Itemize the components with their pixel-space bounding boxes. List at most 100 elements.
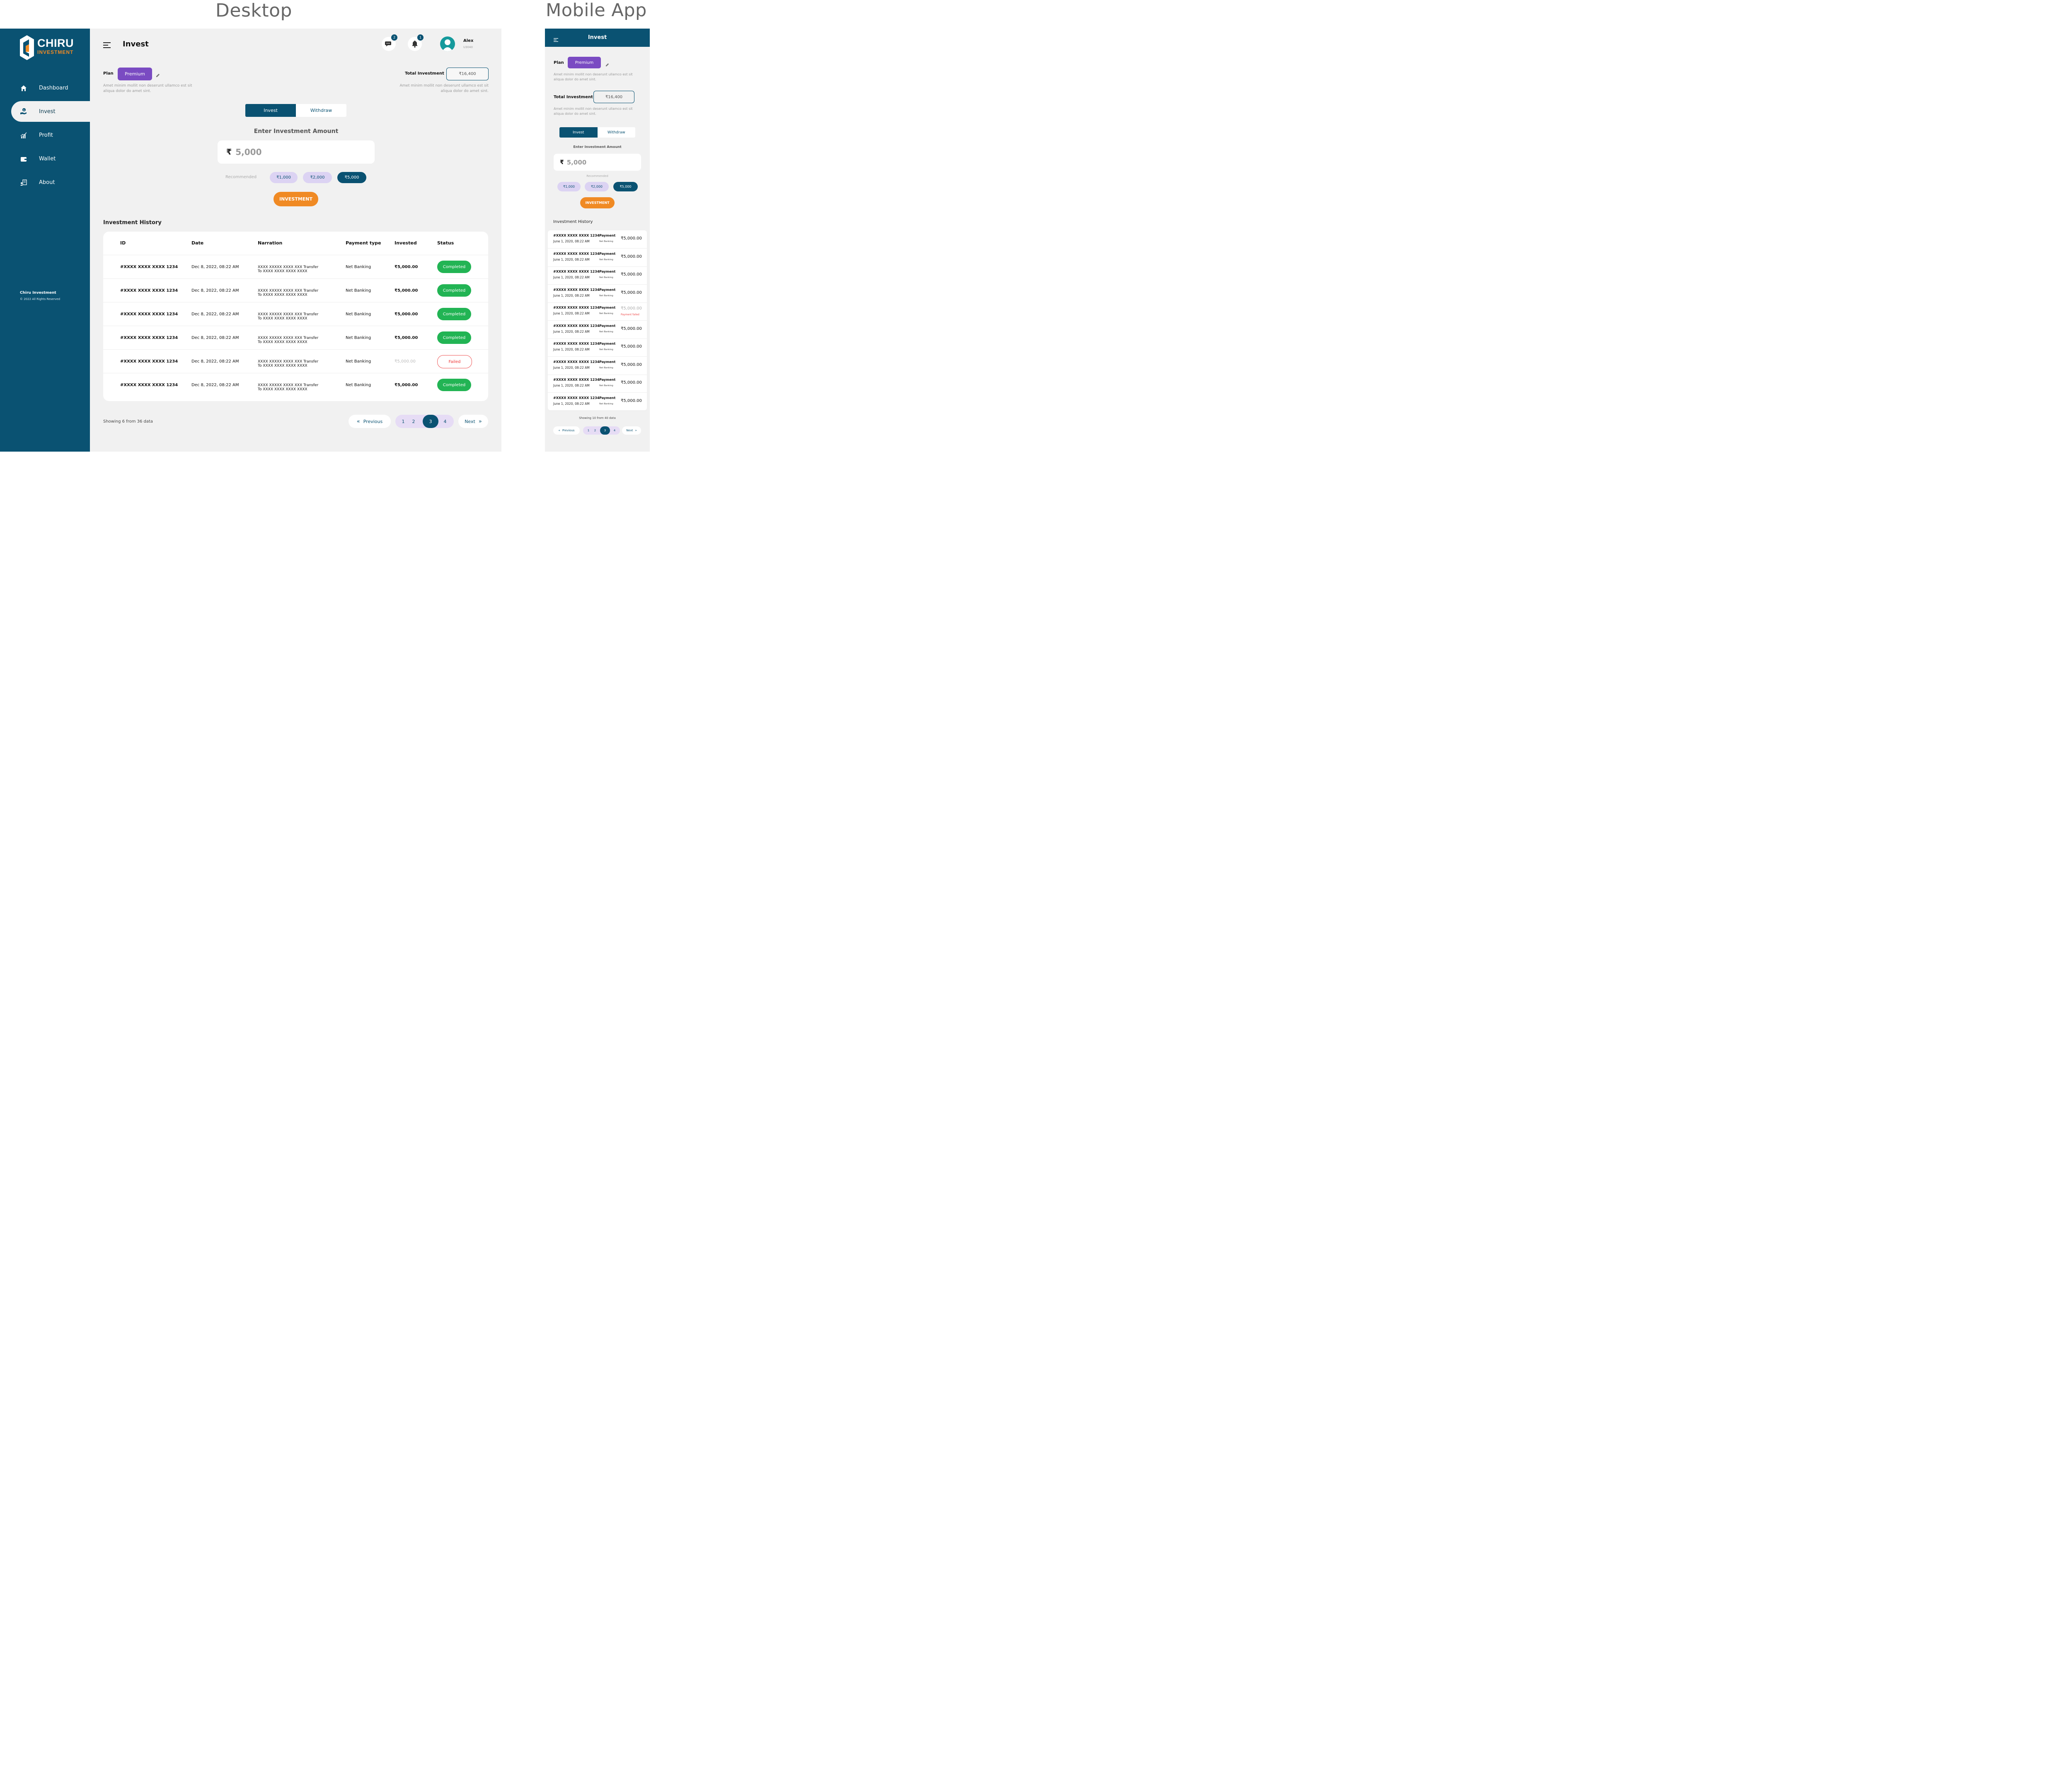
brand-logo[interactable]: CHIRU INVESTMENT — [20, 35, 86, 61]
item-date: June 1, 2020, 08:22 AM — [553, 384, 590, 387]
mobile-amount-input[interactable]: ₹ 5,000 — [554, 154, 641, 171]
mobile-recommended-chip-selected[interactable]: ₹5,000 — [613, 182, 638, 191]
recommended-chip[interactable]: ₹1,000 — [270, 172, 298, 183]
tab-withdraw[interactable]: Withdraw — [296, 104, 346, 117]
status-badge: Completed — [437, 284, 471, 297]
cell-date: Dec 8, 2022, 08:22 AM — [191, 312, 239, 317]
previous-label: Previous — [363, 418, 383, 424]
table-row[interactable]: #XXXX XXXX XXXX 1234 Dec 8, 2022, 08:22 A… — [103, 302, 488, 326]
mobile-page-number-current[interactable]: 3 — [600, 426, 610, 435]
user-name: Alex — [463, 39, 474, 43]
list-item[interactable]: #XXXX XXXX XXXX 1234 June 1, 2020, 08:22 … — [548, 393, 647, 411]
item-amount: ₹5,000.00 — [621, 254, 642, 259]
item-payment-type: Net Banking — [599, 240, 613, 243]
edit-plan-icon[interactable] — [156, 71, 160, 79]
sidebar: CHIRU INVESTMENT Dashboard $ Invest Prof… — [0, 29, 90, 452]
item-payment-type: Net Banking — [599, 276, 613, 279]
mobile-page-number[interactable]: 4 — [612, 426, 617, 435]
mobile-tabs: Invest Withdraw — [559, 127, 635, 138]
brand-tagline: INVESTMENT — [37, 49, 74, 55]
avatar[interactable] — [440, 36, 455, 51]
item-payment-label: Payment — [599, 288, 616, 292]
cell-payment-type: Net Banking — [346, 359, 371, 364]
amount-label: Enter Investment Amount — [254, 128, 339, 135]
mobile-page-number[interactable]: 1 — [586, 426, 591, 435]
item-date: June 1, 2020, 08:22 AM — [553, 312, 590, 315]
recommended-label: Recommended — [225, 175, 257, 179]
mobile-recommended-chip[interactable]: ₹2,000 — [585, 182, 609, 191]
recommended-chip-selected[interactable]: ₹5,000 — [337, 172, 366, 183]
notifications-badge: 1 — [417, 34, 424, 41]
history-table: ID Date Narration Payment type Invested … — [103, 232, 488, 401]
mobile-investment-button[interactable]: INVESTMENT — [580, 197, 615, 208]
mobile-header: Invest — [545, 29, 650, 47]
column-header: ID — [120, 240, 126, 246]
user-id: U3040 — [463, 46, 473, 49]
mobile-edit-plan-icon[interactable] — [605, 60, 609, 68]
table-row[interactable]: #XXXX XXXX XXXX 1234 Dec 8, 2022, 08:22 A… — [103, 373, 488, 397]
column-header: Narration — [258, 240, 283, 246]
amount-input[interactable]: ₹ 5,000 — [218, 140, 375, 164]
item-payment-type: Net Banking — [599, 312, 613, 315]
mobile-next-button[interactable]: Next » — [622, 426, 641, 435]
list-item[interactable]: #XXXX XXXX XXXX 1234 June 1, 2020, 08:22 … — [548, 302, 647, 321]
list-item[interactable]: #XXXX XXXX XXXX 1234 June 1, 2020, 08:22 … — [548, 230, 647, 249]
cell-payment-type: Net Banking — [346, 288, 371, 293]
home-icon — [20, 85, 27, 92]
messages-button[interactable]: 2 — [382, 34, 398, 51]
sidebar-item-about[interactable]: About — [0, 171, 90, 194]
sidebar-item-label: Invest — [39, 108, 56, 115]
page-number[interactable]: 2 — [411, 415, 416, 428]
table-row[interactable]: #XXXX XXXX XXXX 1234 Dec 8, 2022, 08:22 A… — [103, 255, 488, 279]
table-row[interactable]: #XXXX XXXX XXXX 1234 Dec 8, 2022, 08:22 A… — [103, 278, 488, 302]
plan-button[interactable]: Premium — [118, 68, 152, 80]
list-item[interactable]: #XXXX XXXX XXXX 1234 June 1, 2020, 08:22 … — [548, 357, 647, 375]
list-item[interactable]: #XXXX XXXX XXXX 1234 June 1, 2020, 08:22 … — [548, 249, 647, 267]
sidebar-item-dashboard[interactable]: Dashboard — [0, 76, 90, 100]
cell-id: #XXXX XXXX XXXX 1234 — [120, 265, 178, 269]
item-payment-type: Net Banking — [599, 348, 613, 351]
narration-line: XXXX XXXXX XXXX XXX Transfer — [258, 383, 319, 387]
plan-label: Plan — [103, 71, 114, 76]
sidebar-item-profit[interactable]: Profit — [0, 123, 90, 147]
mobile-screen: Invest Plan Premium Amet minim mollit no… — [545, 29, 650, 452]
tab-invest[interactable]: Invest — [245, 104, 296, 117]
investment-button[interactable]: INVESTMENT — [274, 192, 318, 206]
table-row[interactable]: #XXXX XXXX XXXX 1234 Dec 8, 2022, 08:22 A… — [103, 326, 488, 350]
item-date: June 1, 2020, 08:22 AM — [553, 239, 590, 243]
list-item[interactable]: #XXXX XXXX XXXX 1234 June 1, 2020, 08:22 … — [548, 321, 647, 339]
narration-line: XXXX XXXXX XXXX XXX Transfer — [258, 265, 319, 269]
sidebar-item-wallet[interactable]: Wallet — [0, 147, 90, 171]
previous-button[interactable]: « Previous — [349, 415, 391, 428]
recommended-chip[interactable]: ₹2,000 — [303, 172, 332, 183]
mobile-previous-button[interactable]: « Previous — [553, 426, 580, 435]
item-payment-type: Net Banking — [599, 402, 613, 405]
mobile-tab-invest[interactable]: Invest — [559, 127, 598, 138]
mobile-heading: Mobile App — [546, 0, 647, 21]
list-item[interactable]: #XXXX XXXX XXXX 1234 June 1, 2020, 08:22 … — [548, 339, 647, 357]
item-payment-label: Payment — [599, 378, 616, 382]
mobile-recommended-chip[interactable]: ₹1,000 — [557, 182, 581, 191]
cell-date: Dec 8, 2022, 08:22 AM — [191, 288, 239, 293]
mobile-amount-value: 5,000 — [566, 158, 587, 166]
mobile-tab-withdraw[interactable]: Withdraw — [598, 127, 636, 138]
page-number[interactable]: 4 — [442, 415, 448, 428]
double-chevron-right-icon: » — [635, 429, 637, 432]
list-item[interactable]: #XXXX XXXX XXXX 1234 June 1, 2020, 08:22 … — [548, 285, 647, 303]
item-amount: ₹5,000.00 — [621, 398, 642, 403]
list-item[interactable]: #XXXX XXXX XXXX 1234 June 1, 2020, 08:22 … — [548, 266, 647, 285]
list-item[interactable]: #XXXX XXXX XXXX 1234 June 1, 2020, 08:22 … — [548, 375, 647, 393]
page-number-current[interactable]: 3 — [423, 415, 438, 428]
sidebar-item-invest[interactable]: $ Invest — [11, 101, 90, 122]
item-id: #XXXX XXXX XXXX 1234 — [553, 396, 600, 400]
total-investment-label: Total Investment — [405, 71, 444, 76]
pagination-summary: Showing 6 from 36 data — [103, 419, 153, 424]
mobile-plan-button[interactable]: Premium — [568, 57, 601, 68]
page-number[interactable]: 1 — [400, 415, 406, 428]
menu-icon[interactable] — [103, 42, 111, 50]
notifications-button[interactable]: 1 — [408, 34, 424, 51]
next-button[interactable]: Next » — [458, 415, 488, 428]
item-date: June 1, 2020, 08:22 AM — [553, 293, 590, 297]
mobile-page-number[interactable]: 2 — [593, 426, 597, 435]
table-row[interactable]: #XXXX XXXX XXXX 1234 Dec 8, 2022, 08:22 A… — [103, 349, 488, 373]
